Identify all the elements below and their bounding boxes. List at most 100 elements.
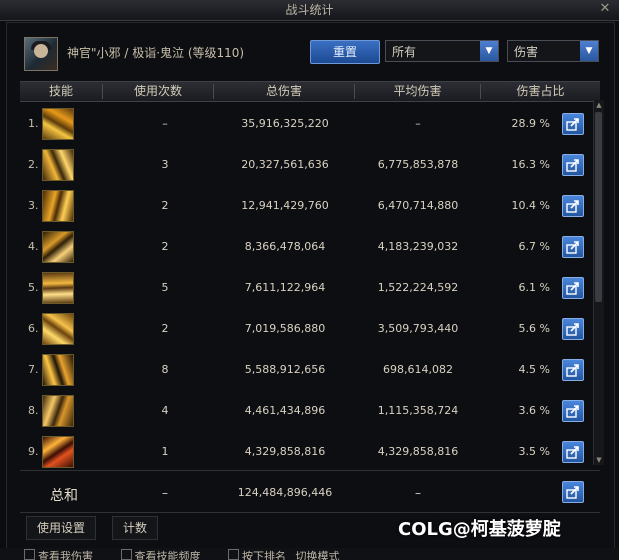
filter-dropdown-value: 所有 [392,45,417,59]
avg-damage: 4,329,858,816 [377,445,459,458]
table-row: 2. 3 20,327,561,636 6,775,853,878 16.3 % [20,144,592,185]
total-row: 总和 – 124,484,896,446 – [20,475,600,511]
tab-count[interactable]: 计数 [112,516,159,540]
avg-damage: 3,509,793,440 [377,322,459,335]
table-row: 8. 4 4,461,434,896 1,115,358,724 3.6 % [20,390,592,431]
skill-icon [42,190,74,222]
scroll-up-icon[interactable]: ▲ [594,100,604,110]
filter-dropdown[interactable]: 所有 ▼ [385,40,499,62]
skill-icon [42,354,74,386]
rank-number: 3. [28,199,39,212]
use-count: 8 [161,363,169,376]
damage-share: 6.1 % [518,281,550,294]
share-button[interactable] [562,277,584,299]
scroll-down-icon[interactable]: ▼ [594,455,604,465]
tab-settings[interactable]: 使用设置 [26,516,97,540]
avg-damage: 1,522,224,592 [377,281,459,294]
damage-share: 3.5 % [518,445,550,458]
table-row: 7. 8 5,588,912,656 698,614,082 4.5 % [20,349,592,390]
skill-icon [42,272,74,304]
share-icon [566,118,579,131]
col-skill[interactable]: 技能 [20,82,102,101]
rank-number: 2. [28,158,39,171]
share-button[interactable] [562,359,584,381]
col-count[interactable]: 使用次数 [103,82,213,101]
mode-dropdown[interactable]: 伤害 ▼ [507,40,599,62]
use-count: 3 [161,158,169,171]
share-button[interactable] [562,318,584,340]
total-damage: 4,329,858,816 [244,445,326,458]
avatar [24,37,58,71]
skill-icon [42,395,74,427]
total-count: – [162,486,168,500]
damage-share: 5.6 % [518,322,550,335]
table-header: 技能 使用次数 总伤害 平均伤害 伤害占比 [20,81,600,102]
table-row: 5. 5 7,611,122,964 1,522,224,592 6.1 % [20,267,592,308]
share-button[interactable] [562,154,584,176]
col-pct[interactable]: 伤害占比 [481,82,600,101]
rank-number: 7. [28,363,39,376]
close-icon[interactable]: ✕ [597,1,613,17]
reset-button[interactable]: 重置 [310,40,380,64]
scroll-thumb[interactable] [595,112,602,302]
divider [20,470,600,471]
share-button[interactable] [562,236,584,258]
share-icon [566,282,579,295]
rank-number: 1. [28,117,39,130]
rank-number: 4. [28,240,39,253]
share-icon [566,486,579,499]
total-avg: – [415,486,421,500]
option-switch-mode[interactable]: 切换模式 [296,550,340,560]
share-button[interactable] [562,441,584,463]
skill-table-body: 1. – 35,916,325,220 – 28.9 % 2. 3 20,327,561,63… [20,103,592,468]
checkbox[interactable] [228,549,239,560]
avg-damage: – [415,117,421,130]
character-name: 神官"小邪 / 极诣·鬼泣 (等级110) [67,46,245,60]
rank-number: 5. [28,281,39,294]
table-row: 9. 1 4,329,858,816 4,329,858,816 3.5 % [20,431,592,472]
share-button[interactable] [562,113,584,135]
avg-damage: 698,614,082 [383,363,453,376]
divider [20,512,600,513]
scrollbar[interactable]: ▲ ▼ [593,100,604,465]
share-button[interactable] [562,400,584,422]
total-damage: 124,484,896,446 [237,486,333,499]
rank-number: 6. [28,322,39,335]
share-icon [566,159,579,172]
window-title-bar: 战斗统计 ✕ [0,0,619,21]
share-icon [566,323,579,336]
total-damage: 5,588,912,656 [244,363,326,376]
damage-share: 16.3 % [511,158,550,171]
damage-share: 3.6 % [518,404,550,417]
bottom-options: 查看我伤害 查看技能频度 按下排名 切换模式 [0,548,619,560]
window-title: 战斗统计 [285,3,334,17]
share-icon [566,405,579,418]
skill-icon [42,313,74,345]
watermark: COLG@柯基菠萝腚 [398,515,561,545]
total-damage: 7,611,122,964 [244,281,326,294]
option-my-damage[interactable]: 查看我伤害 [38,550,93,560]
col-avg[interactable]: 平均伤害 [355,82,480,101]
use-count: 2 [161,240,169,253]
use-count: 2 [161,199,169,212]
share-icon [566,200,579,213]
checkbox[interactable] [120,549,132,560]
share-total-button[interactable] [562,481,584,503]
total-damage: 7,019,586,880 [244,322,326,335]
option-rank[interactable]: 按下排名 [242,550,286,560]
share-button[interactable] [562,195,584,217]
total-damage: 4,461,434,896 [244,404,326,417]
total-damage: 8,366,478,064 [244,240,326,253]
avg-damage: 6,470,714,880 [377,199,459,212]
checkbox[interactable] [24,549,35,560]
use-count: 5 [161,281,169,294]
rank-number: 8. [28,404,39,417]
use-count: – [162,117,168,130]
col-total[interactable]: 总伤害 [214,82,354,101]
option-skill-frequency[interactable]: 查看技能频度 [135,550,201,560]
damage-share: 10.4 % [511,199,550,212]
share-icon [566,446,579,459]
use-count: 1 [161,445,169,458]
colg-logo: COLG [398,519,453,540]
mode-dropdown-value: 伤害 [514,45,539,59]
